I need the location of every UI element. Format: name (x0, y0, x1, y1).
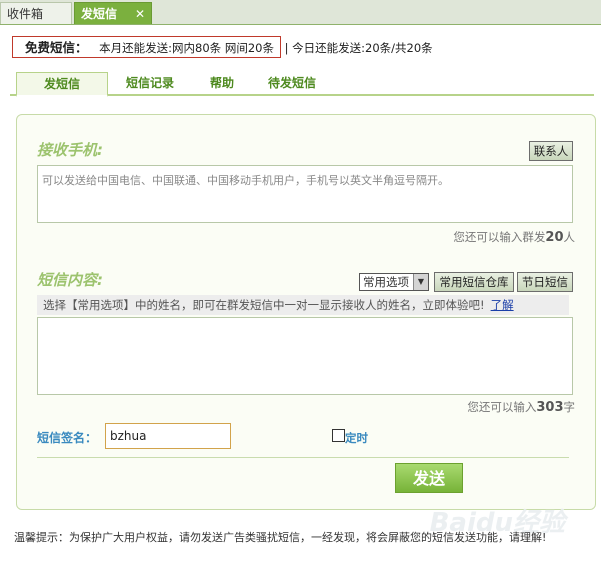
footer-notice: 温馨提示：为保护广大用户权益，请勿发送广告类骚扰短信，一经发现，将会屏蔽您的短信… (14, 531, 547, 544)
recipient-remaining-count: 20 (545, 230, 564, 245)
send-button[interactable]: 发送 (395, 463, 463, 493)
content-remaining-prefix: 您还可以输入 (467, 400, 537, 414)
daily-quota-text: 今日还能发送:20条/共20条 (292, 41, 433, 55)
sms-content-input[interactable] (37, 317, 573, 395)
monthly-quota-text: 本月还能发送:网内80条 网间20条 (99, 41, 274, 55)
name-tip-text: 选择【常用选项】中的姓名，即可在群发短信中一对一显示接收人的姓名，立即体验吧! (43, 298, 485, 312)
recipient-remaining: 您还可以输入群发20人 (453, 229, 575, 245)
content-remaining-suffix: 字 (563, 400, 576, 414)
recipient-title: 接收手机: (37, 141, 103, 159)
signature-input[interactable]: bzhua (105, 423, 231, 449)
contacts-button[interactable]: 联系人 (529, 141, 573, 161)
tab-strip: 收件箱 发短信 ✕ (0, 0, 601, 25)
sms-warehouse-button[interactable]: 常用短信仓库 (434, 272, 514, 292)
close-icon[interactable]: ✕ (135, 3, 145, 25)
tab-send-sms[interactable]: 发短信 ✕ (74, 2, 152, 24)
subtab-pending-sms[interactable]: 待发短信 (268, 72, 316, 94)
subtab-send-sms[interactable]: 发短信 (16, 72, 108, 97)
recipient-remaining-prefix: 您还可以输入群发 (453, 230, 546, 244)
free-sms-label: 免费短信： (25, 40, 88, 55)
common-options-select[interactable]: 常用选项 ▼ (359, 273, 429, 291)
chevron-down-icon: ▼ (413, 274, 428, 290)
recipient-placeholder: 可以发送给中国电信、中国联通、中国移动手机用户，手机号以英文半角逗号隔开。 (42, 174, 449, 187)
timer-checkbox[interactable] (332, 429, 345, 442)
learn-more-link[interactable]: 了解 (491, 298, 514, 312)
subtab-help[interactable]: 帮助 (210, 72, 234, 94)
quota-info: 免费短信： 本月还能发送:网内80条 网间20条 | 今日还能发送:20条/共2… (12, 36, 433, 60)
signature-label: 短信签名： (37, 431, 98, 445)
recipient-remaining-suffix: 人 (563, 230, 576, 244)
timer-label: 定时 (345, 431, 368, 445)
quota-separator: | (284, 41, 289, 55)
divider (37, 457, 569, 458)
content-remaining: 您还可以输入303字 (467, 399, 575, 415)
recipient-numbers-input[interactable]: 可以发送给中国电信、中国联通、中国移动手机用户，手机号以英文半角逗号隔开。 (37, 165, 573, 223)
common-options-value: 常用选项 (363, 275, 409, 289)
tab-send-sms-label: 发短信 (81, 7, 118, 21)
name-tip-bar: 选择【常用选项】中的姓名，即可在群发短信中一对一显示接收人的姓名，立即体验吧! 了… (37, 295, 569, 315)
content-remaining-count: 303 (536, 400, 564, 415)
compose-panel: 接收手机: 联系人 可以发送给中国电信、中国联通、中国移动手机用户，手机号以英文… (16, 114, 596, 510)
content-title: 短信内容: (37, 271, 103, 289)
tab-inbox[interactable]: 收件箱 (0, 2, 72, 24)
monthly-quota-box: 免费短信： 本月还能发送:网内80条 网间20条 (12, 36, 281, 58)
holiday-sms-button[interactable]: 节日短信 (517, 272, 573, 292)
subtab-sms-records[interactable]: 短信记录 (126, 72, 174, 94)
sub-tabs: 发短信 短信记录 帮助 待发短信 (10, 72, 594, 97)
